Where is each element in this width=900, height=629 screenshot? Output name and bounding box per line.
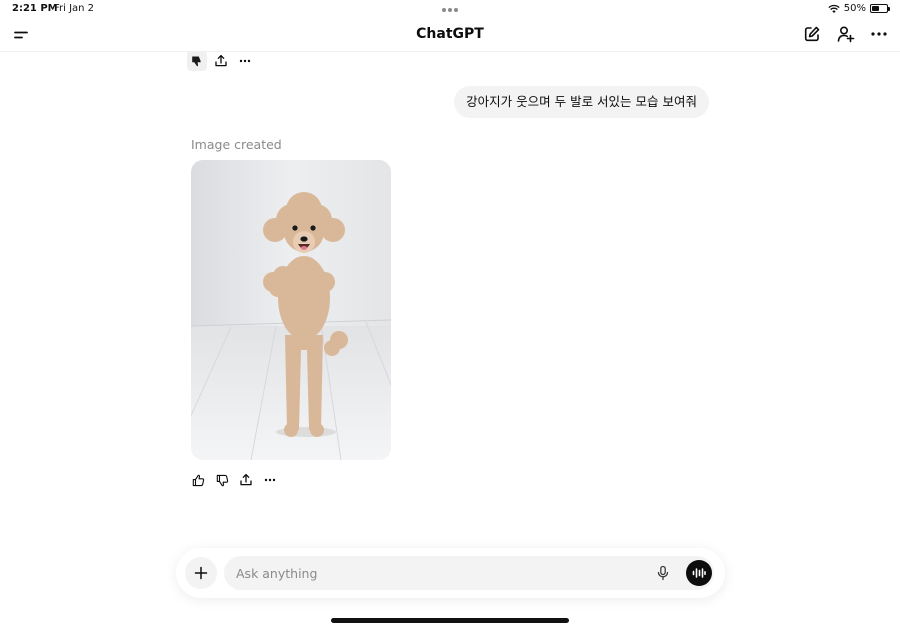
- status-right: 50%: [828, 3, 890, 14]
- message-input-container: [224, 556, 714, 590]
- thumbs-up-icon: [192, 474, 204, 486]
- generated-image[interactable]: [191, 160, 391, 460]
- previous-message-actions: [187, 51, 255, 71]
- add-people-icon: [837, 26, 855, 43]
- thumbs-down-button[interactable]: [212, 470, 232, 490]
- voice-mode-icon: [692, 568, 706, 578]
- new-chat-icon: [804, 26, 820, 42]
- more-actions-button[interactable]: [235, 51, 255, 71]
- share-button[interactable]: [236, 470, 256, 490]
- wifi-icon: [828, 4, 840, 13]
- thumbs-down-icon: [216, 474, 228, 486]
- attach-button[interactable]: [185, 557, 217, 589]
- composer: [176, 548, 725, 598]
- status-bar: 2:21 PM Fri Jan 2 50%: [0, 0, 900, 18]
- add-people-button[interactable]: [833, 21, 859, 47]
- dictate-button[interactable]: [654, 564, 672, 582]
- voice-mode-button[interactable]: [686, 560, 712, 586]
- microphone-icon: [657, 565, 669, 581]
- thumbs-up-button[interactable]: [188, 470, 208, 490]
- thumbs-down-button[interactable]: [187, 51, 207, 71]
- more-icon: [264, 478, 276, 482]
- image-message-actions: [188, 470, 280, 490]
- plus-icon: [194, 566, 208, 580]
- share-button[interactable]: [211, 51, 231, 71]
- message-input[interactable]: [236, 556, 636, 590]
- more-actions-button[interactable]: [260, 470, 280, 490]
- home-indicator[interactable]: [331, 618, 569, 623]
- battery-icon: [870, 4, 890, 13]
- more-button[interactable]: [866, 21, 892, 47]
- top-bar: ChatGPT: [0, 18, 900, 52]
- multitasking-dots-icon[interactable]: [442, 4, 460, 15]
- battery-percent: 50%: [843, 3, 866, 14]
- more-icon: [239, 59, 251, 63]
- page-title: ChatGPT: [416, 26, 484, 42]
- thumbs-down-filled-icon: [192, 56, 201, 67]
- image-created-label: Image created: [191, 137, 282, 152]
- share-icon: [240, 473, 252, 486]
- new-chat-button[interactable]: [799, 21, 825, 47]
- status-date: Fri Jan 2: [54, 3, 95, 14]
- status-time: 2:21 PM: [12, 3, 58, 14]
- more-icon: [871, 32, 887, 36]
- share-icon: [215, 54, 227, 67]
- user-message-bubble[interactable]: 강아지가 웃으며 두 발로 서있는 모습 보여줘: [454, 86, 709, 118]
- poodle-illustration: [191, 160, 391, 460]
